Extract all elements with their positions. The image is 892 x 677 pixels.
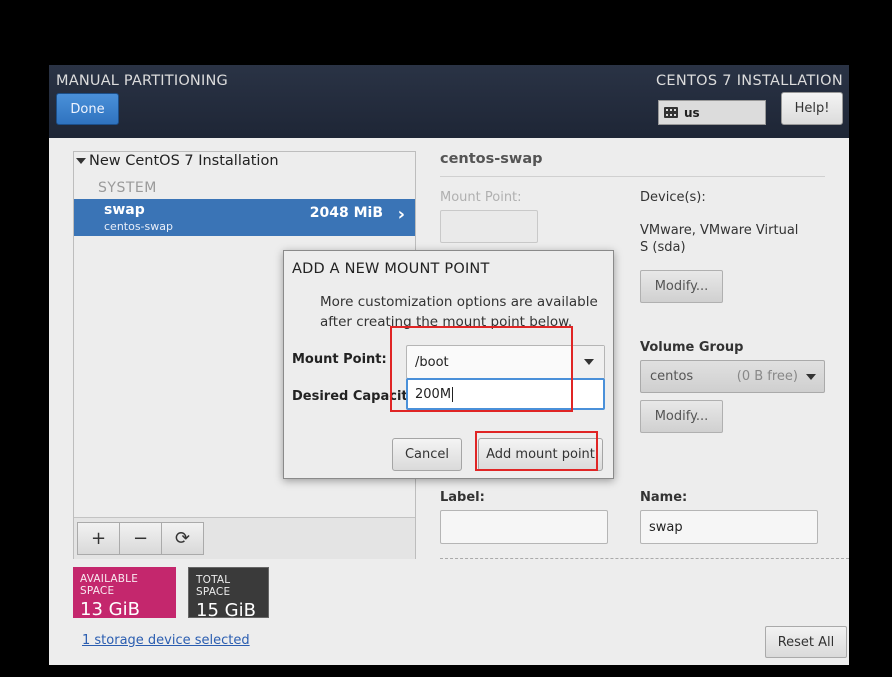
add-mount-point-dialog: ADD A NEW MOUNT POINT More customization… <box>283 250 614 479</box>
volume-group-free: (0 B free) <box>736 369 798 384</box>
mount-point-combo[interactable]: /boot <box>406 345 605 379</box>
name-value: swap <box>649 519 683 535</box>
label-field[interactable] <box>440 510 608 544</box>
volume-group-value: centos <box>650 369 694 384</box>
total-space-label: TOTAL SPACE <box>196 574 231 598</box>
dashed-divider <box>440 558 849 559</box>
detail-title: centos-swap <box>440 151 543 167</box>
name-label: Name: <box>640 490 688 505</box>
header-bar: MANUAL PARTITIONING CENTOS 7 INSTALLATIO… <box>49 65 849 138</box>
section-label: SYSTEM <box>98 180 157 196</box>
dialog-title: ADD A NEW MOUNT POINT <box>292 261 490 277</box>
cancel-button[interactable]: Cancel <box>392 438 462 471</box>
add-partition-button[interactable]: + <box>77 522 120 555</box>
label-label: Label: <box>440 490 485 505</box>
available-space-card: AVAILABLE SPACE 13 GiB <box>73 567 176 620</box>
modify-volume-group-button[interactable]: Modify... <box>640 400 723 433</box>
total-space-card: TOTAL SPACE 15 GiB <box>188 567 269 621</box>
item-name: swap <box>104 202 145 218</box>
dropdown-arrow-icon[interactable] <box>572 346 604 378</box>
desired-capacity-label: Desired Capacity: <box>292 389 422 404</box>
list-item-swap[interactable]: swap centos-swap 2048 MiB › <box>74 199 415 236</box>
reload-icon[interactable]: ⟳ <box>161 522 204 555</box>
chevron-right-icon: › <box>397 204 405 225</box>
dialog-mount-point-label: Mount Point: <box>292 352 387 367</box>
tree-title: New CentOS 7 Installation <box>89 153 279 169</box>
devices-label: Device(s): <box>640 190 706 205</box>
page-title: MANUAL PARTITIONING <box>56 73 228 89</box>
item-size: 2048 MiB <box>309 205 383 221</box>
screen: MANUAL PARTITIONING CENTOS 7 INSTALLATIO… <box>0 0 892 677</box>
item-subtitle: centos-swap <box>104 220 173 233</box>
partition-toolbar: + − ⟳ <box>74 517 415 559</box>
expand-triangle-icon <box>76 158 86 164</box>
available-space-value: 13 GiB <box>80 599 140 620</box>
remove-partition-button[interactable]: − <box>119 522 162 555</box>
mount-point-label: Mount Point: <box>440 190 522 205</box>
desired-capacity-value: 200M <box>415 386 452 402</box>
modify-devices-button[interactable]: Modify... <box>640 270 723 303</box>
help-button[interactable]: Help! <box>781 92 843 125</box>
done-button[interactable]: Done <box>56 93 119 125</box>
volume-group-select[interactable]: centos (0 B free) <box>640 360 825 393</box>
devices-value: VMware, VMware Virtual S (sda) <box>640 223 799 255</box>
keyboard-icon <box>664 107 678 118</box>
name-field[interactable]: swap <box>640 510 818 544</box>
reset-all-button[interactable]: Reset All <box>765 626 847 658</box>
dialog-info-text: More customization options are available… <box>320 294 598 330</box>
keyboard-layout-value: us <box>684 105 700 120</box>
desired-capacity-input[interactable]: 200M <box>406 378 605 410</box>
add-mount-point-button[interactable]: Add mount point <box>478 438 603 471</box>
product-title: CENTOS 7 INSTALLATION <box>655 73 843 89</box>
chevron-down-icon <box>806 373 816 380</box>
divider <box>440 176 825 177</box>
storage-devices-link[interactable]: 1 storage device selected <box>82 633 250 648</box>
total-space-value: 15 GiB <box>196 600 256 621</box>
text-cursor <box>452 386 454 402</box>
keyboard-layout-selector[interactable]: us <box>658 100 766 125</box>
mount-point-value: /boot <box>415 354 449 370</box>
mount-point-field[interactable] <box>440 210 538 243</box>
tree-header[interactable]: New CentOS 7 Installation <box>76 153 279 169</box>
available-space-label: AVAILABLE SPACE <box>80 573 139 597</box>
volume-group-label: Volume Group <box>640 340 744 355</box>
